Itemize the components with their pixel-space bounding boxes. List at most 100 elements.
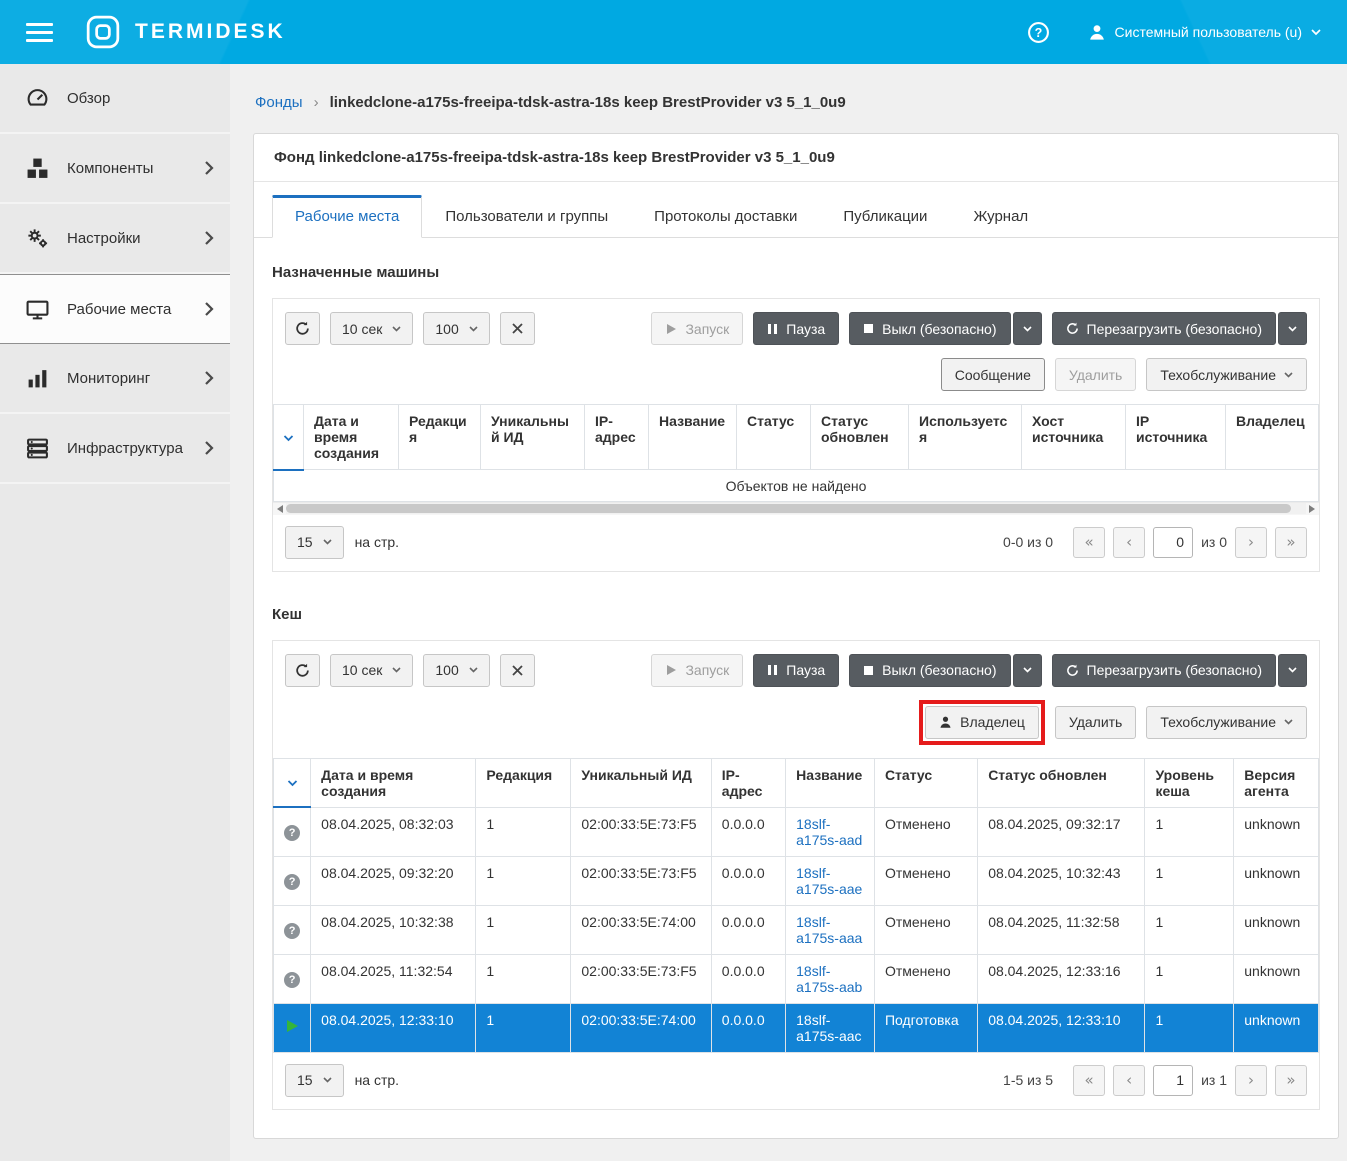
page-size-select[interactable]: 15	[285, 1064, 344, 1097]
column-header[interactable]: Дата и время создания	[304, 405, 399, 470]
reboot-dropdown-button[interactable]	[1278, 654, 1307, 687]
next-page-button[interactable]: ›	[1235, 527, 1267, 558]
next-page-button[interactable]: ›	[1235, 1065, 1267, 1096]
tab-users-groups[interactable]: Пользователи и группы	[422, 195, 631, 238]
tab-journal[interactable]: Журнал	[950, 195, 1051, 238]
fetch-size-select[interactable]: 100	[423, 654, 489, 687]
column-header[interactable]: Статус	[737, 405, 811, 470]
cache-table-row[interactable]: ?08.04.2025, 10:32:38102:00:33:5E:74:000…	[274, 905, 1319, 954]
message-button[interactable]: Сообщение	[941, 358, 1045, 391]
cache-table-body: ?08.04.2025, 08:32:03102:00:33:5E:73:F50…	[274, 807, 1319, 1052]
maintenance-button[interactable]: Техобслуживание	[1146, 706, 1307, 739]
last-page-button[interactable]: »	[1275, 1065, 1307, 1096]
hamburger-menu-icon[interactable]	[26, 23, 53, 42]
help-icon[interactable]: ?	[1027, 21, 1050, 44]
start-button[interactable]: Запуск	[651, 654, 743, 687]
column-header[interactable]: Статус обновлен	[811, 405, 909, 470]
column-header[interactable]: IP-адрес	[711, 758, 785, 807]
maintenance-button[interactable]: Техобслуживание	[1146, 358, 1307, 391]
cache-table-row[interactable]: ?08.04.2025, 08:32:03102:00:33:5E:73:F50…	[274, 807, 1319, 856]
refresh-button[interactable]	[285, 654, 320, 687]
reboot-button[interactable]: Перезагрузить (безопасно)	[1052, 654, 1277, 687]
column-header[interactable]: Редакция	[399, 405, 481, 470]
delete-button[interactable]: Удалить	[1055, 706, 1136, 739]
column-header[interactable]: IP источника	[1126, 405, 1226, 470]
sidebar-item-label: Настройки	[67, 230, 187, 247]
column-header[interactable]: Хост источника	[1022, 405, 1126, 470]
page-number-input[interactable]	[1153, 1065, 1193, 1096]
tab-workplaces[interactable]: Рабочие места	[272, 195, 422, 238]
user-menu[interactable]: Системный пользователь (u)	[1088, 23, 1321, 41]
last-page-button[interactable]: »	[1275, 527, 1307, 558]
fetch-size-select[interactable]: 100	[423, 312, 489, 345]
cell-cache-level: 1	[1145, 954, 1234, 1003]
delete-button[interactable]: Удалить	[1055, 358, 1136, 391]
scroll-right-arrow-icon[interactable]	[1306, 505, 1318, 513]
chevron-down-icon	[469, 667, 478, 673]
column-header[interactable]: Уникальный ИД	[571, 758, 711, 807]
reboot-button[interactable]: Перезагрузить (безопасно)	[1052, 312, 1277, 345]
monitor-icon	[24, 298, 50, 321]
pause-button[interactable]: Пауза	[753, 654, 839, 687]
column-header[interactable]: Статус обновлен	[978, 758, 1145, 807]
first-page-button[interactable]: «	[1073, 527, 1105, 558]
cell-name: 18slf-a175s-aae	[786, 856, 875, 905]
owner-button[interactable]: Владелец	[925, 706, 1039, 739]
cache-table-row[interactable]: 08.04.2025, 12:33:10102:00:33:5E:74:000.…	[274, 1003, 1319, 1052]
cache-table-row[interactable]: ?08.04.2025, 09:32:20102:00:33:5E:73:F50…	[274, 856, 1319, 905]
machine-link[interactable]: 18slf-a175s-aab	[796, 963, 862, 995]
column-header[interactable]: Название	[786, 758, 875, 807]
power-off-button[interactable]: Выкл (безопасно)	[849, 312, 1010, 345]
power-off-dropdown-button[interactable]	[1013, 312, 1042, 345]
column-header[interactable]: Название	[649, 405, 737, 470]
clear-filter-button[interactable]	[500, 654, 535, 687]
first-page-button[interactable]: «	[1073, 1065, 1105, 1096]
clear-filter-button[interactable]	[500, 312, 535, 345]
question-icon[interactable]: ?	[284, 874, 300, 890]
pause-button[interactable]: Пауза	[753, 312, 839, 345]
sidebar-item-settings[interactable]: Настройки	[0, 204, 230, 274]
machine-link[interactable]: 18slf-a175s-aae	[796, 865, 862, 897]
page-number-input[interactable]	[1153, 527, 1193, 558]
column-header[interactable]: Версия агента	[1234, 758, 1319, 807]
question-icon[interactable]: ?	[284, 825, 300, 841]
sidebar-item-monitoring[interactable]: Мониторинг	[0, 344, 230, 414]
column-header[interactable]: Статус	[874, 758, 977, 807]
start-button[interactable]: Запуск	[651, 312, 743, 345]
sidebar-item-overview[interactable]: Обзор	[0, 64, 230, 134]
machine-link[interactable]: 18slf-a175s-aac	[796, 1012, 861, 1044]
column-header[interactable]: Используется	[909, 405, 1022, 470]
sidebar-item-workplaces[interactable]: Рабочие места	[0, 274, 230, 344]
sidebar-item-components[interactable]: Компоненты	[0, 134, 230, 204]
power-off-button[interactable]: Выкл (безопасно)	[849, 654, 1010, 687]
refresh-button[interactable]	[285, 312, 320, 345]
refresh-interval-select[interactable]: 10 сек	[330, 654, 413, 687]
machine-link[interactable]: 18slf-a175s-aaa	[796, 914, 862, 946]
cache-table-row[interactable]: ?08.04.2025, 11:32:54102:00:33:5E:73:F50…	[274, 954, 1319, 1003]
column-header[interactable]: Уникальный ИД	[481, 405, 585, 470]
horizontal-scrollbar[interactable]	[273, 502, 1319, 515]
prev-page-button[interactable]: ‹	[1113, 527, 1145, 558]
machine-link[interactable]: 18slf-a175s-aad	[796, 816, 862, 848]
page-size-select[interactable]: 15	[285, 526, 344, 559]
column-header[interactable]: IP-адрес	[585, 405, 649, 470]
column-header[interactable]: Владелец	[1226, 405, 1319, 470]
breadcrumb-link-funds[interactable]: Фонды	[255, 94, 303, 111]
scrollbar-thumb[interactable]	[286, 504, 1291, 513]
question-icon[interactable]: ?	[284, 923, 300, 939]
refresh-interval-select[interactable]: 10 сек	[330, 312, 413, 345]
sort-column-header[interactable]	[274, 758, 311, 807]
tab-publications[interactable]: Публикации	[820, 195, 950, 238]
tab-delivery-protocols[interactable]: Протоколы доставки	[631, 195, 820, 238]
sidebar-item-infrastructure[interactable]: Инфраструктура	[0, 414, 230, 484]
question-icon[interactable]: ?	[284, 972, 300, 988]
column-header[interactable]: Уровень кеша	[1145, 758, 1234, 807]
scrollbar-track[interactable]	[286, 503, 1306, 514]
sort-column-header[interactable]	[274, 405, 304, 470]
scroll-left-arrow-icon[interactable]	[274, 505, 286, 513]
column-header[interactable]: Редакция	[476, 758, 571, 807]
power-off-dropdown-button[interactable]	[1013, 654, 1042, 687]
prev-page-button[interactable]: ‹	[1113, 1065, 1145, 1096]
column-header[interactable]: Дата и время создания	[311, 758, 476, 807]
reboot-dropdown-button[interactable]	[1278, 312, 1307, 345]
